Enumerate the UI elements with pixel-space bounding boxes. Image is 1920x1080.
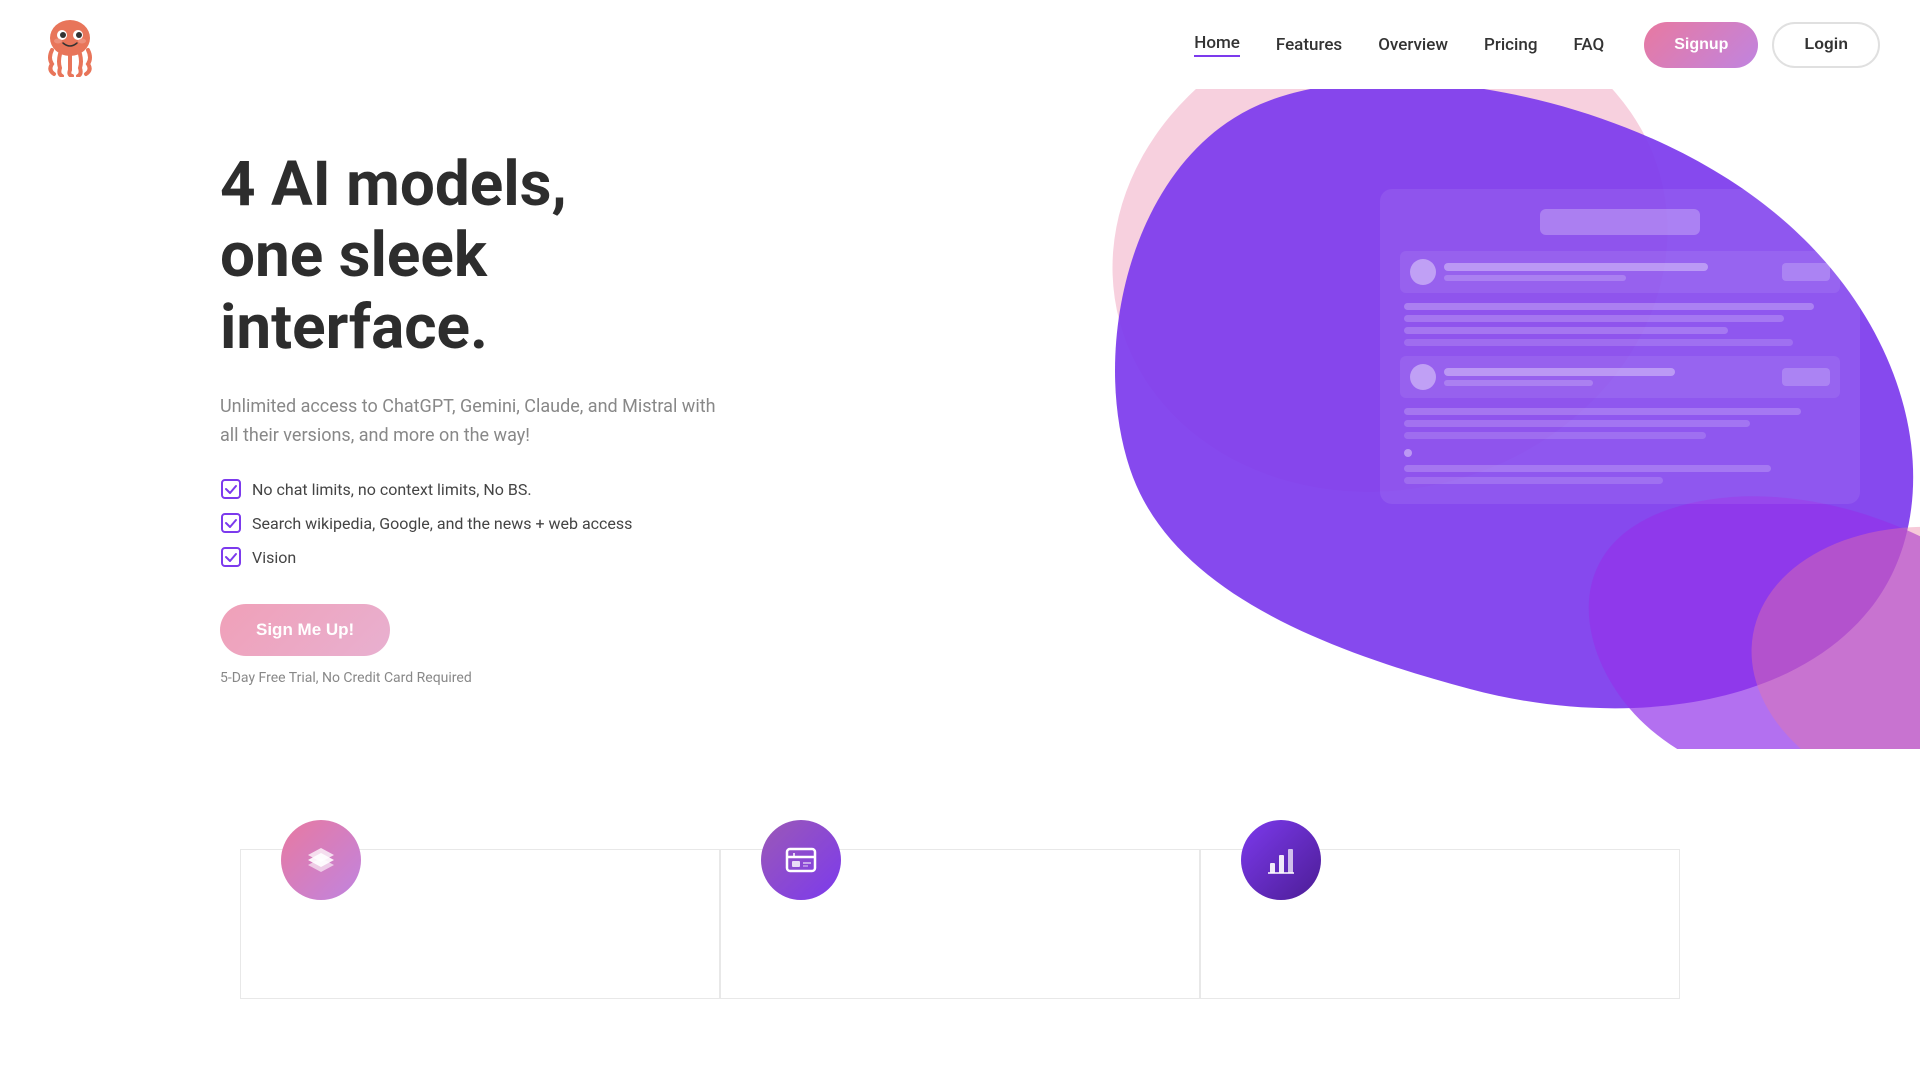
nav-pricing[interactable]: Pricing — [1484, 35, 1538, 55]
feature-icon-layers — [281, 820, 361, 900]
feature-item-3: Vision — [220, 546, 720, 568]
navbar: Home Features Overview Pricing FAQ Signu… — [0, 0, 1920, 89]
nav-faq[interactable]: FAQ — [1573, 35, 1604, 55]
bottom-features — [0, 829, 1920, 999]
feature-card-1 — [240, 849, 720, 999]
check-icon-3 — [220, 546, 242, 568]
login-button[interactable]: Login — [1772, 22, 1880, 68]
feature-icon-browser — [761, 820, 841, 900]
nav-links: Home Features Overview Pricing FAQ — [1194, 33, 1604, 57]
nav-buttons: Signup Login — [1644, 22, 1880, 68]
nav-overview[interactable]: Overview — [1378, 35, 1448, 55]
nav-home[interactable]: Home — [1194, 33, 1240, 57]
hero-content: 4 AI models, one sleek interface. Unlimi… — [220, 149, 720, 686]
feature-card-3 — [1200, 849, 1680, 999]
feature-card-2 — [720, 849, 1200, 999]
hero-section: 4 AI models, one sleek interface. Unlimi… — [0, 89, 1920, 769]
check-icon-2 — [220, 512, 242, 534]
sign-me-up-button[interactable]: Sign Me Up! — [220, 604, 390, 656]
trial-text: 5-Day Free Trial, No Credit Card Require… — [220, 670, 720, 686]
nav-features[interactable]: Features — [1276, 35, 1342, 55]
hero-subtitle: Unlimited access to ChatGPT, Gemini, Cla… — [220, 393, 720, 451]
logo[interactable] — [40, 12, 100, 77]
feature-list: No chat limits, no context limits, No BS… — [220, 478, 720, 568]
app-preview — [1380, 189, 1860, 504]
hero-title: 4 AI models, one sleek interface. — [220, 149, 720, 363]
check-icon-1 — [220, 478, 242, 500]
feature-item-1: No chat limits, no context limits, No BS… — [220, 478, 720, 500]
feature-icon-chart — [1241, 820, 1321, 900]
signup-button[interactable]: Signup — [1644, 22, 1758, 68]
feature-item-2: Search wikipedia, Google, and the news +… — [220, 512, 720, 534]
logo-icon — [40, 12, 100, 77]
